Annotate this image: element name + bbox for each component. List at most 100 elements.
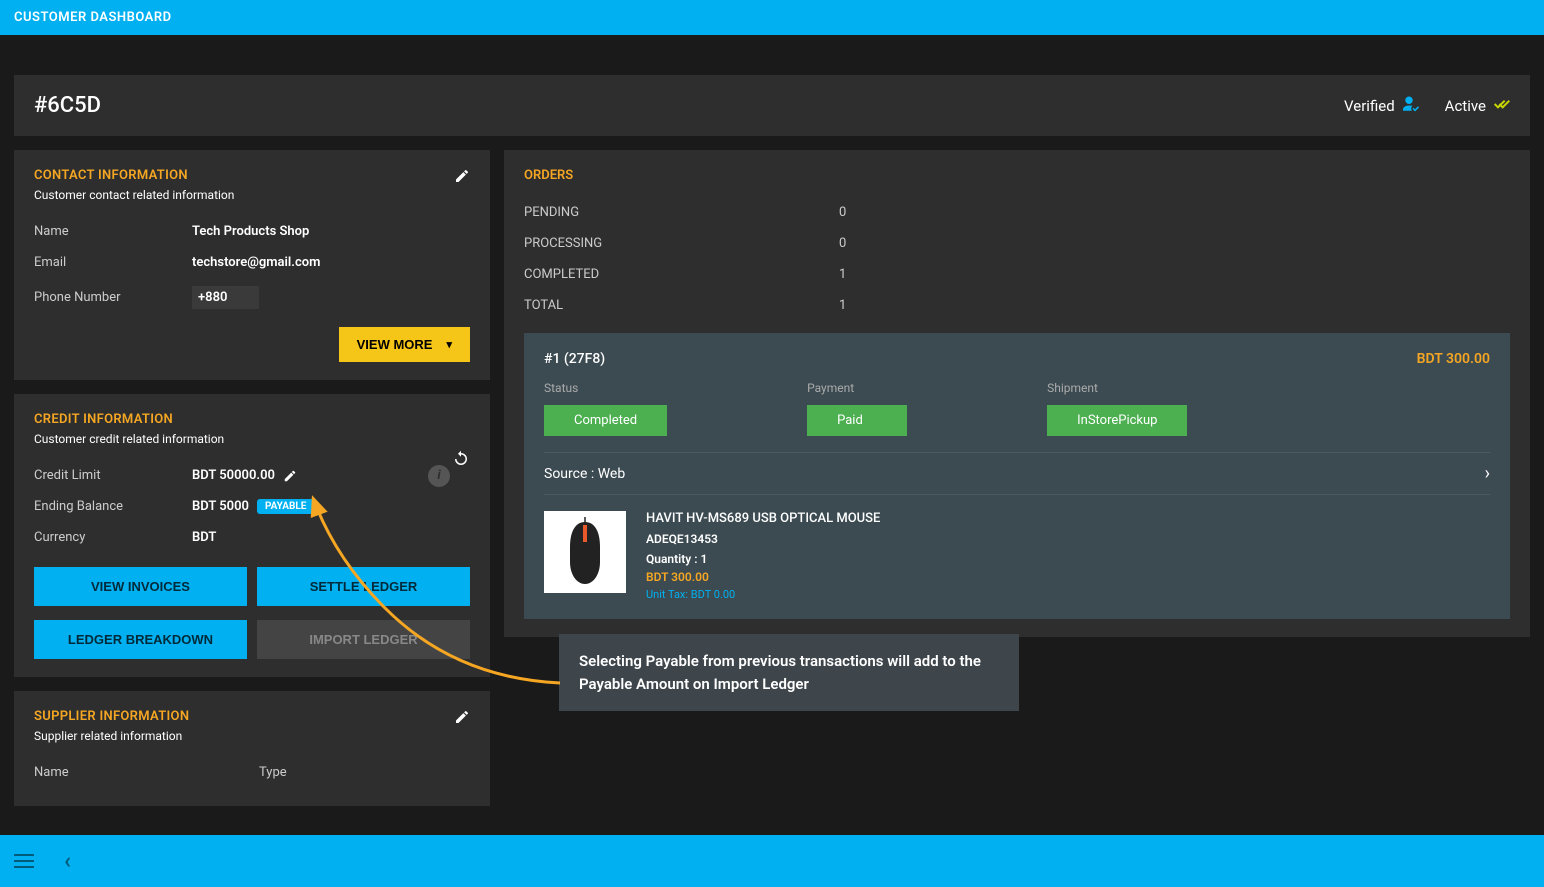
payment-col: Payment Paid — [807, 381, 907, 436]
processing-row: PROCESSING 0 — [524, 228, 1510, 259]
shipment-col: Shipment InStorePickup — [1047, 381, 1187, 436]
order-id: #1 (27F8) — [544, 351, 605, 367]
credit-limit-value: BDT 50000.00 — [192, 468, 275, 483]
completed-label: COMPLETED — [524, 267, 839, 282]
back-icon[interactable]: ‹ — [64, 849, 71, 874]
status-group: Verified Active — [1344, 96, 1510, 116]
source-label: Source : Web — [544, 466, 625, 482]
main-content: #6C5D Verified Active CONTACT INFORMATIO… — [0, 35, 1544, 832]
source-row[interactable]: Source : Web › — [544, 452, 1490, 495]
contact-card: CONTACT INFORMATION Customer contact rel… — [14, 150, 490, 380]
phone-label: Phone Number — [34, 290, 192, 305]
pending-label: PENDING — [524, 205, 839, 220]
total-row: TOTAL 1 — [524, 290, 1510, 321]
edit-icon[interactable] — [454, 168, 470, 184]
contact-title: CONTACT INFORMATION — [34, 168, 470, 183]
supplier-header-row: Name Type — [34, 757, 470, 788]
active-label: Active — [1445, 97, 1486, 115]
supplier-sub: Supplier related information — [34, 729, 470, 743]
mouse-icon — [560, 517, 610, 587]
payable-badge: PAYABLE — [257, 499, 314, 514]
payment-label: Payment — [807, 381, 907, 395]
order-statuses: Status Completed Payment Paid Shipment I… — [544, 381, 1490, 436]
credit-buttons-row1: VIEW INVOICES SETTLE LEDGER — [34, 567, 470, 606]
annotation-callout: Selecting Payable from previous transact… — [559, 634, 1019, 711]
shipment-label: Shipment — [1047, 381, 1187, 395]
view-more-label: VIEW MORE — [357, 337, 433, 352]
credit-sub: Customer credit related information — [34, 432, 470, 446]
import-ledger-button[interactable]: IMPORT LEDGER — [257, 620, 470, 659]
ledger-breakdown-button[interactable]: LEDGER BREAKDOWN — [34, 620, 247, 659]
view-invoices-button[interactable]: VIEW INVOICES — [34, 567, 247, 606]
credit-limit-row: Credit Limit BDT 50000.00 i — [34, 460, 470, 491]
edit-supplier-icon[interactable] — [454, 709, 470, 725]
order-item[interactable]: #1 (27F8) BDT 300.00 Status Completed Pa… — [524, 333, 1510, 619]
currency-value: BDT — [192, 530, 216, 545]
email-value: techstore@gmail.com — [192, 255, 320, 270]
email-row: Email techstore@gmail.com — [34, 247, 470, 278]
chevron-right-icon: › — [1485, 463, 1490, 484]
settle-ledger-button[interactable]: SETTLE LEDGER — [257, 567, 470, 606]
phone-row: Phone Number +880 — [34, 278, 470, 317]
pending-row: PENDING 0 — [524, 197, 1510, 228]
active-status: Active — [1445, 97, 1510, 115]
product-details: HAVIT HV-MS689 USB OPTICAL MOUSE ADEQE13… — [646, 511, 880, 601]
email-label: Email — [34, 255, 192, 270]
orders-card: ORDERS PENDING 0 PROCESSING 0 COMPLETED … — [504, 150, 1530, 637]
status-pill: Completed — [544, 405, 667, 436]
status-label: Status — [544, 381, 667, 395]
orders-title: ORDERS — [524, 168, 1510, 183]
name-value: Tech Products Shop — [192, 224, 309, 239]
info-icon[interactable]: i — [428, 465, 450, 487]
completed-val: 1 — [839, 267, 846, 282]
status-col: Status Completed — [544, 381, 667, 436]
header: #6C5D Verified Active — [14, 75, 1530, 136]
product-name: HAVIT HV-MS689 USB OPTICAL MOUSE — [646, 511, 880, 526]
phone-value: +880 — [192, 286, 259, 309]
supplier-card: SUPPLIER INFORMATION Supplier related in… — [14, 691, 490, 806]
supplier-title: SUPPLIER INFORMATION — [34, 709, 470, 724]
product-qty: Quantity : 1 — [646, 552, 880, 566]
supplier-name-col: Name — [34, 765, 259, 780]
shipment-pill: InStorePickup — [1047, 405, 1187, 436]
product-image — [544, 511, 626, 593]
credit-title: CREDIT INFORMATION — [34, 412, 470, 427]
product-block: HAVIT HV-MS689 USB OPTICAL MOUSE ADEQE13… — [544, 511, 1490, 601]
credit-buttons-row2: LEDGER BREAKDOWN IMPORT LEDGER — [34, 620, 470, 659]
name-row: Name Tech Products Shop — [34, 216, 470, 247]
edit-limit-icon[interactable] — [283, 469, 297, 483]
payment-pill: Paid — [807, 405, 907, 436]
processing-val: 0 — [839, 236, 846, 251]
contact-sub: Customer contact related information — [34, 188, 470, 202]
double-check-icon — [1494, 98, 1510, 114]
currency-label: Currency — [34, 530, 192, 545]
pending-val: 0 — [839, 205, 846, 220]
balance-row: Ending Balance BDT 5000 PAYABLE — [34, 491, 470, 522]
left-column: CONTACT INFORMATION Customer contact rel… — [14, 150, 490, 806]
order-header: #1 (27F8) BDT 300.00 — [544, 351, 1490, 367]
topbar-title: CUSTOMER DASHBOARD — [14, 10, 172, 25]
credit-card: CREDIT INFORMATION Customer credit relat… — [14, 394, 490, 677]
order-amount: BDT 300.00 — [1417, 351, 1490, 367]
product-sku: ADEQE13453 — [646, 532, 880, 546]
supplier-type-col: Type — [259, 765, 287, 780]
verified-label: Verified — [1344, 97, 1395, 115]
processing-label: PROCESSING — [524, 236, 839, 251]
total-label: TOTAL — [524, 298, 839, 313]
currency-row: Currency BDT — [34, 522, 470, 553]
customer-id: #6C5D — [34, 93, 101, 118]
verified-status: Verified — [1344, 96, 1421, 116]
chevron-down-icon: ▾ — [446, 338, 452, 351]
product-tax: Unit Tax: BDT 0.00 — [646, 588, 880, 601]
menu-icon[interactable] — [14, 854, 34, 868]
credit-limit-label: Credit Limit — [34, 468, 192, 483]
view-more-button[interactable]: VIEW MORE ▾ — [339, 327, 470, 362]
bottom-bar: ‹ — [0, 835, 1544, 887]
product-price: BDT 300.00 — [646, 570, 880, 584]
completed-row: COMPLETED 1 — [524, 259, 1510, 290]
top-bar: CUSTOMER DASHBOARD — [0, 0, 1544, 35]
name-label: Name — [34, 224, 192, 239]
user-check-icon — [1403, 96, 1421, 116]
balance-label: Ending Balance — [34, 499, 192, 514]
balance-value: BDT 5000 — [192, 499, 249, 514]
